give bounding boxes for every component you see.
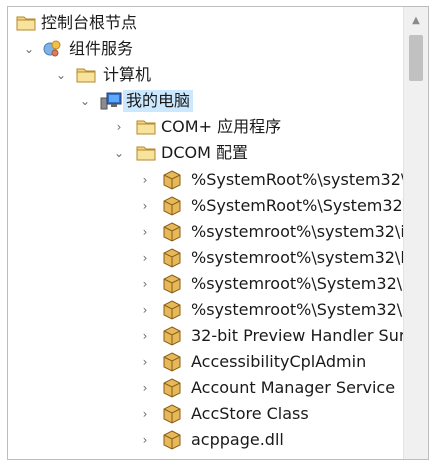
dcom-item-label: AccessibilityCplAdmin [191, 352, 367, 371]
tree-node-label-selected: 我的电脑 [123, 90, 194, 112]
tree-node-computers[interactable]: ⌄ 计算机 [8, 62, 403, 88]
chevron-right-icon[interactable]: › [138, 433, 152, 447]
tree-node-console-root[interactable]: 控制台根节点 [8, 10, 403, 36]
dcom-item[interactable]: › acppage.dll [8, 427, 403, 453]
scrollbar-thumb[interactable] [409, 35, 423, 81]
dcom-item[interactable]: › %SystemRoot%\System32\ [8, 193, 403, 219]
chevron-down-icon[interactable]: ⌄ [54, 68, 68, 82]
component-package-icon [162, 170, 182, 190]
chevron-right-icon[interactable]: › [138, 329, 152, 343]
dcom-item-label: %systemroot%\System32\l [191, 300, 403, 319]
chevron-right-icon[interactable]: › [138, 173, 152, 187]
computer-icon [100, 91, 122, 110]
folder-icon [16, 14, 36, 32]
dcom-item-label: AccStore Class [191, 404, 309, 423]
dcom-item[interactable]: › %systemroot%\system32\l [8, 245, 403, 271]
vertical-scrollbar[interactable]: ▲ [403, 7, 428, 459]
tree-node-label: 组件服务 [69, 39, 134, 58]
dcom-item[interactable]: › AccStore Class [8, 401, 403, 427]
component-package-icon [162, 222, 182, 242]
console-tree: 控制台根节点 ⌄ 组件服务 ⌄ 计算机 ⌄ 我的电脑 › COM+ 应用程序 ⌄… [8, 7, 403, 459]
tree-node-label: COM+ 应用程序 [161, 117, 282, 136]
component-package-icon [162, 300, 182, 320]
tree-node-label: 计算机 [103, 65, 152, 84]
chevron-right-icon[interactable]: › [112, 120, 126, 134]
tree-node-dcom-config[interactable]: ⌄ DCOM 配置 [8, 140, 403, 166]
tree-node-component-services[interactable]: ⌄ 组件服务 [8, 36, 403, 62]
component-services-icon [42, 39, 62, 57]
chevron-right-icon[interactable]: › [138, 303, 152, 317]
chevron-right-icon[interactable]: › [138, 199, 152, 213]
component-package-icon [162, 404, 182, 424]
chevron-down-icon[interactable]: ⌄ [78, 94, 92, 108]
chevron-right-icon[interactable]: › [138, 277, 152, 291]
component-package-icon [162, 326, 182, 346]
chevron-right-icon[interactable]: › [138, 407, 152, 421]
dcom-item-label: %systemroot%\system32\l [191, 248, 403, 267]
tree-node-com-plus-applications[interactable]: › COM+ 应用程序 [8, 114, 403, 140]
dcom-item-label: %systemroot%\system32\i [191, 222, 403, 241]
folder-icon [136, 118, 156, 136]
dcom-item[interactable]: › %systemroot%\system32\i [8, 219, 403, 245]
dcom-item[interactable]: › %SystemRoot%\system32\ [8, 167, 403, 193]
dcom-item-label: %systemroot%\System32\l [191, 274, 403, 293]
dcom-item-label: 32-bit Preview Handler Sur [191, 326, 403, 345]
tree-view-panel: 控制台根节点 ⌄ 组件服务 ⌄ 计算机 ⌄ 我的电脑 › COM+ 应用程序 ⌄… [7, 6, 429, 460]
chevron-down-icon[interactable]: ⌄ [112, 146, 126, 160]
dcom-item[interactable]: › AccessibilityCplAdmin [8, 349, 403, 375]
chevron-right-icon[interactable]: › [138, 355, 152, 369]
component-package-icon [162, 248, 182, 268]
chevron-right-icon[interactable]: › [138, 225, 152, 239]
chevron-down-icon[interactable]: ⌄ [22, 42, 36, 56]
chevron-right-icon[interactable]: › [138, 381, 152, 395]
dcom-item[interactable]: › %systemroot%\System32\l [8, 297, 403, 323]
folder-icon [136, 144, 156, 162]
dcom-item-label: %SystemRoot%\system32\ [191, 170, 403, 189]
dcom-item-label: %SystemRoot%\System32\ [191, 196, 403, 215]
component-package-icon [162, 378, 182, 398]
chevron-right-icon[interactable]: › [138, 251, 152, 265]
dcom-item-label: acppage.dll [191, 430, 284, 449]
dcom-item[interactable]: › %systemroot%\System32\l [8, 271, 403, 297]
component-package-icon [162, 352, 182, 372]
dcom-item[interactable]: › 32-bit Preview Handler Sur [8, 323, 403, 349]
component-package-icon [162, 196, 182, 216]
tree-node-label: 控制台根节点 [41, 13, 138, 32]
folder-icon [76, 66, 96, 84]
dcom-item-label: Account Manager Service [191, 378, 396, 397]
component-package-icon [162, 430, 182, 450]
dcom-item[interactable]: › Account Manager Service [8, 375, 403, 401]
tree-node-label: DCOM 配置 [161, 143, 248, 162]
component-package-icon [162, 274, 182, 294]
tree-node-my-computer[interactable]: ⌄ 我的电脑 [8, 88, 403, 114]
scroll-up-arrow-icon[interactable]: ▲ [404, 11, 428, 31]
